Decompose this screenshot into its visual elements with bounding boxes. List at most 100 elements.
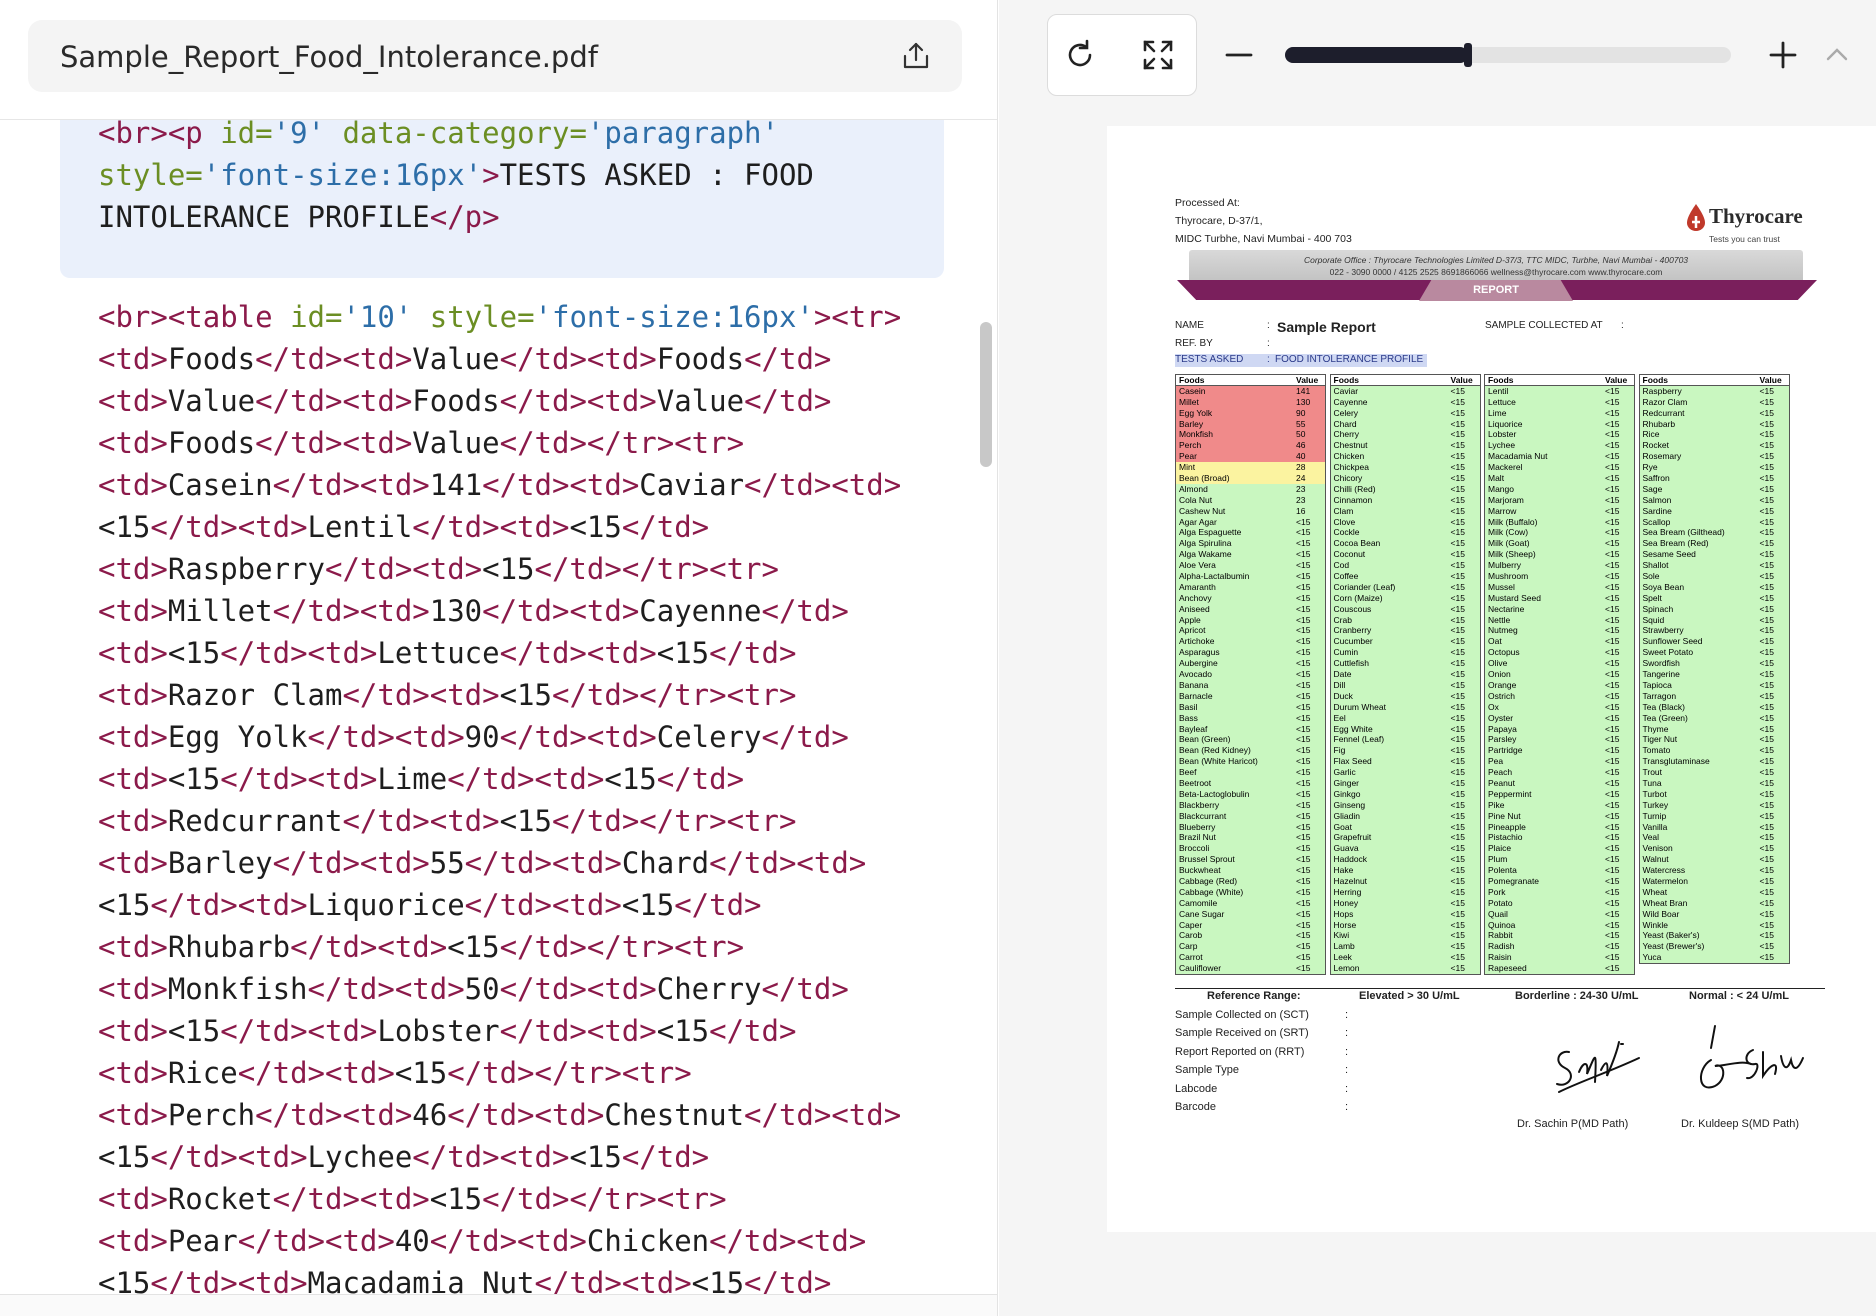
food-name: Lobster — [1488, 429, 1517, 440]
food-name: Turnip — [1642, 810, 1667, 821]
code-token: Barley — [167, 846, 273, 880]
table-row: Trout <15 — [1639, 767, 1789, 778]
thyrocare-logo-icon — [1685, 202, 1707, 237]
code-token: id= — [290, 300, 343, 334]
food-name: Sea Bream (Red) — [1642, 538, 1709, 549]
food-value: <15 — [1296, 865, 1311, 876]
collapse-icon[interactable] — [1819, 37, 1855, 73]
table-row: Vanilla <15 — [1639, 821, 1789, 833]
food-value: <15 — [1759, 734, 1774, 745]
code-token: </td><td> — [237, 1056, 395, 1090]
code-token: <15 — [656, 636, 710, 670]
food-value: <15 — [1296, 821, 1311, 832]
code-token: <15 — [429, 1182, 483, 1216]
code-token: <td> — [98, 678, 168, 712]
table-row: Onion <15 — [1485, 669, 1634, 680]
table-row: Tea (Green) <15 — [1639, 712, 1789, 724]
food-name: Beta-Lactoglobulin — [1179, 788, 1250, 799]
food-value: <15 — [1759, 701, 1774, 712]
table-row: Chicory <15 — [1330, 473, 1480, 484]
food-name: Mussel — [1488, 581, 1515, 592]
table-row: Bayleaf <15 — [1176, 723, 1325, 735]
table-row: Garlic <15 — [1330, 767, 1480, 778]
fullscreen-icon[interactable] — [1140, 37, 1176, 73]
signature-sachin — [1539, 1022, 1649, 1107]
code-token: </td><td> — [150, 888, 308, 922]
food-value: <15 — [1605, 571, 1620, 582]
table-row: Rice <15 — [1639, 429, 1789, 441]
food-name: Rocket — [1642, 440, 1669, 451]
table-row: Aubergine <15 — [1176, 658, 1325, 670]
table-row: Scallop <15 — [1639, 516, 1789, 528]
food-value: <15 — [1759, 396, 1774, 407]
food-value: <15 — [1605, 636, 1620, 647]
food-name: Date — [1333, 669, 1352, 680]
food-name: Walnut — [1642, 854, 1669, 865]
table-row: Barley 55 — [1176, 418, 1325, 430]
horizontal-scrollbar[interactable] — [0, 1294, 997, 1316]
table-row: Pork <15 — [1485, 886, 1634, 898]
food-value: <15 — [1605, 418, 1620, 429]
table-row: Leek <15 — [1330, 952, 1480, 964]
food-name: Mustard Seed — [1488, 592, 1541, 603]
food-value: <15 — [1296, 919, 1311, 930]
food-value: <15 — [1296, 788, 1311, 799]
table-row: Veal <15 — [1639, 832, 1789, 844]
zoom-in-icon[interactable] — [1765, 37, 1801, 73]
zoom-out-icon[interactable] — [1221, 37, 1257, 73]
code-token: Liquorice — [307, 888, 465, 922]
share-icon[interactable] — [900, 40, 932, 72]
food-value: 55 — [1296, 418, 1306, 429]
code-token: </td><td> — [220, 1014, 378, 1048]
food-name: Monkfish — [1179, 429, 1214, 440]
food-name: Swordfish — [1642, 658, 1680, 669]
food-name: Alga Espaguette — [1179, 527, 1242, 538]
food-value: <15 — [1605, 799, 1620, 810]
food-value: <15 — [1605, 614, 1620, 625]
food-name: Tangerine — [1642, 669, 1680, 680]
food-name: Veal — [1642, 832, 1660, 843]
food-value: <15 — [1450, 777, 1465, 788]
food-name: Watercress — [1642, 865, 1686, 876]
food-name: Rice — [1642, 429, 1660, 440]
table-row: Lychee <15 — [1485, 440, 1634, 452]
food-value: <15 — [1450, 516, 1465, 527]
food-value: <15 — [1450, 734, 1465, 745]
code-token: Foods — [656, 342, 745, 376]
refresh-icon[interactable] — [1062, 37, 1098, 73]
vertical-scrollbar[interactable] — [980, 322, 992, 467]
food-name: Crab — [1333, 614, 1352, 625]
food-name: Amaranth — [1179, 581, 1216, 592]
food-name: Sesame Seed — [1642, 549, 1696, 560]
food-value: 23 — [1296, 483, 1306, 494]
code-token: </td></tr><tr> — [551, 804, 797, 838]
meta-colon: : — [1345, 1009, 1349, 1021]
table-row: Brazil Nut <15 — [1176, 832, 1325, 844]
source-panel: Sample_Report_Food_Intolerance.pdf <br><… — [0, 0, 998, 1316]
food-value: <15 — [1450, 897, 1465, 908]
code-token: Lychee — [307, 1140, 413, 1174]
code-token: </td><td> — [482, 594, 640, 628]
table-row: Almond 23 — [1176, 483, 1325, 495]
code-token: </td> — [674, 888, 762, 922]
zoom-slider-thumb[interactable] — [1463, 43, 1472, 67]
food-value: <15 — [1296, 875, 1311, 886]
food-value: <15 — [1759, 669, 1774, 680]
table-row: Potato <15 — [1485, 897, 1634, 909]
food-value: <15 — [1605, 756, 1620, 767]
food-value: <15 — [1605, 396, 1620, 407]
code-line: <td>Rice</td><td><15</td></tr><tr> — [98, 1052, 901, 1094]
food-value: <15 — [1605, 941, 1620, 952]
food-value: 46 — [1296, 440, 1306, 451]
code-token: Cayenne — [639, 594, 762, 628]
food-value: <15 — [1450, 821, 1465, 832]
zoom-slider[interactable] — [1285, 43, 1731, 67]
code-token: <td> — [98, 1098, 168, 1132]
food-name: Gliadin — [1333, 810, 1360, 821]
table-row: Oyster <15 — [1485, 712, 1634, 724]
code-token: </td> — [761, 720, 849, 754]
tests-value: FOOD INTOLERANCE PROFILE — [1275, 354, 1424, 365]
code-token: </td><td> — [324, 552, 483, 586]
food-value: <15 — [1759, 952, 1774, 963]
meta-colon: : — [1345, 1064, 1349, 1077]
